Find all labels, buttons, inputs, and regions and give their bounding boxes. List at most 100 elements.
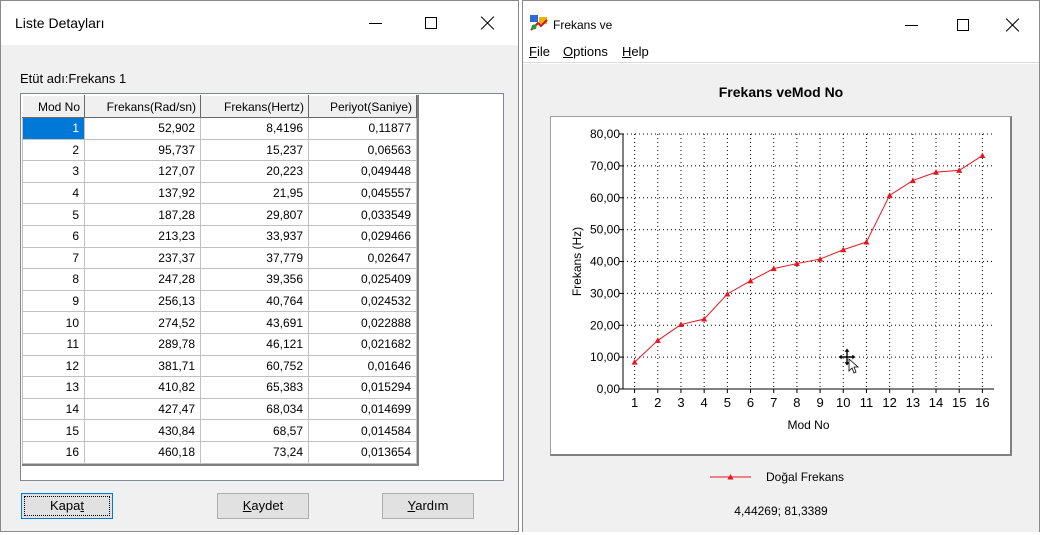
table-cell: 0,021682 bbox=[308, 332, 417, 356]
table-cell: 40,764 bbox=[200, 289, 309, 313]
table-cell: 213,23 bbox=[84, 224, 201, 248]
table-row[interactable]: 10 274,52 43,691 0,022888 bbox=[22, 311, 417, 334]
table-cell: 0,06563 bbox=[308, 138, 417, 162]
column-header-frekans-rad[interactable]: Frekans(Rad/sn) bbox=[84, 95, 201, 118]
y-tick-label: 40,00 bbox=[590, 255, 620, 269]
y-axis-label: Frekans (Hz) bbox=[570, 227, 584, 296]
move-cursor-icon bbox=[837, 347, 860, 374]
table-cell: 0,049448 bbox=[308, 160, 417, 183]
chart-area: Frekans veMod No 0,00 10,00 20,00 30,00 40,0… bbox=[523, 64, 1039, 532]
close-button[interactable]: Kapat bbox=[21, 493, 113, 519]
table-cell: 21,95 bbox=[200, 181, 309, 205]
data-point[interactable] bbox=[747, 277, 754, 284]
column-header-mod-no[interactable]: Mod No bbox=[22, 95, 85, 118]
frequency-chart-window: Frekans ve File Options Help Frekans veM… bbox=[522, 0, 1040, 532]
table-row[interactable]: 15 430,84 68,57 0,014584 bbox=[22, 419, 417, 442]
title-bar[interactable]: Liste Detayları bbox=[1, 1, 518, 45]
table-cell: 381,71 bbox=[84, 354, 201, 378]
table-cell: 7 bbox=[22, 246, 85, 270]
table-row[interactable]: 4 137,92 21,95 0,045557 bbox=[22, 181, 417, 205]
table-cell: 15 bbox=[22, 419, 85, 442]
frequency-list[interactable]: Mod No Frekans(Rad/sn) Frekans(Hertz) Pe… bbox=[20, 93, 504, 481]
help-button-label-rest: ardım bbox=[415, 498, 449, 513]
table-header-row: Mod No Frekans(Rad/sn) Frekans(Hertz) Pe… bbox=[22, 95, 417, 118]
table-cell: 3 bbox=[22, 160, 85, 183]
minimize-icon bbox=[904, 24, 918, 26]
x-axis-label: Mod No bbox=[787, 418, 829, 432]
column-header-periyot[interactable]: Periyot(Saniye) bbox=[308, 95, 417, 118]
table-cell: 0,01646 bbox=[308, 354, 417, 378]
line-chart[interactable]: 0,00 10,00 20,00 30,00 40,00 50,00 60,00 70,00 8… bbox=[551, 117, 1011, 455]
table-row[interactable]: 2 95,737 15,237 0,06563 bbox=[22, 138, 417, 162]
table-row[interactable]: 14 427,47 68,034 0,014699 bbox=[22, 397, 417, 421]
table-row[interactable]: 16 460,18 73,24 0,013654 bbox=[22, 440, 417, 464]
menu-help-label: elp bbox=[631, 44, 649, 59]
table-row[interactable]: 3 127,07 20,223 0,049448 bbox=[22, 160, 417, 183]
save-button-label-rest: aydet bbox=[251, 498, 284, 513]
table-cell: 33,937 bbox=[200, 224, 309, 248]
table-cell: 430,84 bbox=[84, 419, 201, 442]
table-cell: 274,52 bbox=[84, 311, 201, 334]
table-cell: 73,24 bbox=[200, 440, 309, 464]
data-point[interactable] bbox=[654, 337, 661, 343]
close-icon bbox=[481, 16, 495, 30]
minimize-button[interactable] bbox=[347, 1, 403, 45]
table-cell: 39,356 bbox=[200, 268, 309, 291]
x-tick-label: 15 bbox=[952, 395, 966, 410]
column-header-frekans-hertz[interactable]: Frekans(Hertz) bbox=[200, 95, 309, 118]
close-icon bbox=[1006, 18, 1020, 32]
table-cell: 65,383 bbox=[200, 376, 309, 399]
title-bar[interactable]: Frekans ve bbox=[523, 1, 1039, 41]
x-tick-label: 6 bbox=[747, 395, 754, 410]
save-button[interactable]: Kaydet bbox=[217, 493, 309, 519]
table-cell: 0,045557 bbox=[308, 181, 417, 205]
table-row[interactable]: 13 410,82 65,383 0,015294 bbox=[22, 376, 417, 399]
x-tick-label: 16 bbox=[975, 395, 989, 410]
minimize-icon bbox=[368, 22, 382, 24]
table-cell: 0,015294 bbox=[308, 376, 417, 399]
list-details-window: Liste Detayları Etüt adı:Frekans 1 Mod N… bbox=[0, 0, 519, 532]
table-cell: 10 bbox=[22, 311, 85, 334]
table-row[interactable]: 8 247,28 39,356 0,025409 bbox=[22, 268, 417, 291]
close-window-button[interactable] bbox=[985, 5, 1040, 45]
table-cell: 60,752 bbox=[200, 354, 309, 378]
data-point[interactable] bbox=[817, 256, 824, 262]
table-row[interactable]: 12 381,71 60,752 0,01646 bbox=[22, 354, 417, 378]
minimize-button[interactable] bbox=[883, 5, 939, 45]
table-cell: 68,034 bbox=[200, 397, 309, 421]
table-row[interactable]: 6 213,23 33,937 0,029466 bbox=[22, 224, 417, 248]
close-window-button[interactable] bbox=[460, 1, 516, 45]
close-button-label: Kapa bbox=[50, 498, 81, 513]
table-cell: 0,013654 bbox=[308, 440, 417, 464]
table-cell: 0,025409 bbox=[308, 268, 417, 291]
help-button[interactable]: Yardım bbox=[382, 493, 474, 519]
x-tick-label: 4 bbox=[701, 395, 708, 410]
table-cell: 247,28 bbox=[84, 268, 201, 291]
table-row[interactable]: 5 187,28 29,807 0,033549 bbox=[22, 203, 417, 226]
y-tick-label: 80,00 bbox=[590, 127, 620, 141]
plot-panel[interactable]: 0,00 10,00 20,00 30,00 40,00 50,00 60,00 70,00 8… bbox=[550, 116, 1012, 456]
study-name-label: Etüt adı:Frekans 1 bbox=[20, 71, 127, 86]
data-point[interactable] bbox=[724, 290, 731, 297]
table-row[interactable]: 1 52,902 8,4196 0,11877 bbox=[22, 117, 417, 140]
data-point[interactable] bbox=[886, 192, 893, 198]
menu-options[interactable]: Options bbox=[563, 44, 608, 59]
table-cell: 137,92 bbox=[84, 181, 201, 205]
y-tick-label: 10,00 bbox=[590, 350, 620, 364]
x-tick-label: 12 bbox=[882, 395, 896, 410]
window-title: Liste Detayları bbox=[15, 15, 105, 31]
table-cell: 410,82 bbox=[84, 376, 201, 399]
table-cell: 20,223 bbox=[200, 160, 309, 183]
table-cell: 46,121 bbox=[200, 332, 309, 356]
table-row[interactable]: 9 256,13 40,764 0,024532 bbox=[22, 289, 417, 313]
data-point[interactable] bbox=[863, 238, 870, 245]
y-tick-label: 70,00 bbox=[590, 159, 620, 173]
close-button-mnemonic: t bbox=[80, 498, 84, 513]
table-row[interactable]: 7 237,37 37,779 0,02647 bbox=[22, 246, 417, 270]
maximize-button[interactable] bbox=[935, 5, 991, 45]
table-row[interactable]: 11 289,78 46,121 0,021682 bbox=[22, 332, 417, 356]
menu-help[interactable]: Help bbox=[622, 44, 649, 59]
menu-file[interactable]: File bbox=[529, 44, 550, 59]
data-point[interactable] bbox=[979, 152, 986, 159]
maximize-button[interactable] bbox=[403, 1, 459, 45]
